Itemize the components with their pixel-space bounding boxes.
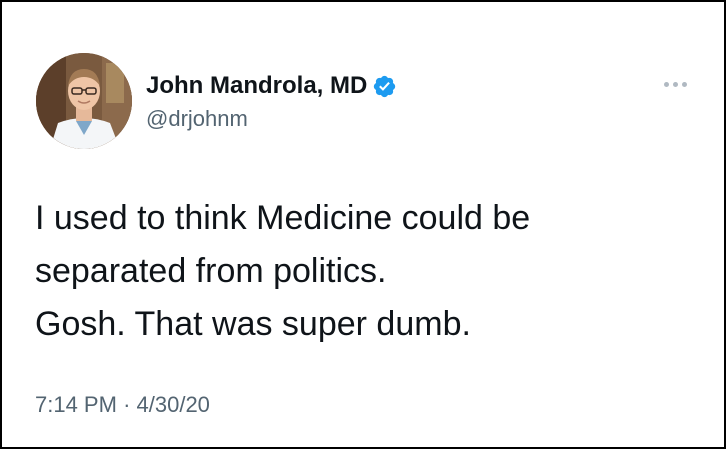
timestamp-separator: · [123, 392, 131, 417]
avatar-image [36, 53, 132, 149]
more-dot [663, 81, 669, 87]
more-options-icon[interactable] [657, 74, 693, 94]
tweet-time: 7:14 PM [35, 392, 117, 417]
tweet-date: 4/30/20 [136, 392, 210, 417]
author-handle[interactable]: @drjohnm [146, 104, 248, 134]
tweet-text-line: I used to think Medicine could be [35, 199, 531, 237]
tweet-card: John Mandrola, MD @drjohnm I used to thi… [0, 0, 726, 449]
author-name-row: John Mandrola, MD [146, 70, 397, 102]
author-display-name[interactable]: John Mandrola, MD [146, 70, 367, 102]
tweet-text-line: separated from politics. [35, 252, 387, 290]
more-dot [672, 81, 678, 87]
tweet-text: I used to think Medicine could be separa… [35, 192, 695, 351]
avatar[interactable] [36, 53, 132, 149]
tweet-text-line: Gosh. That was super dumb. [35, 305, 471, 343]
verified-badge-icon [372, 74, 397, 99]
more-dot [681, 81, 687, 87]
tweet-timestamp[interactable]: 7:14 PM · 4/30/20 [35, 390, 210, 420]
